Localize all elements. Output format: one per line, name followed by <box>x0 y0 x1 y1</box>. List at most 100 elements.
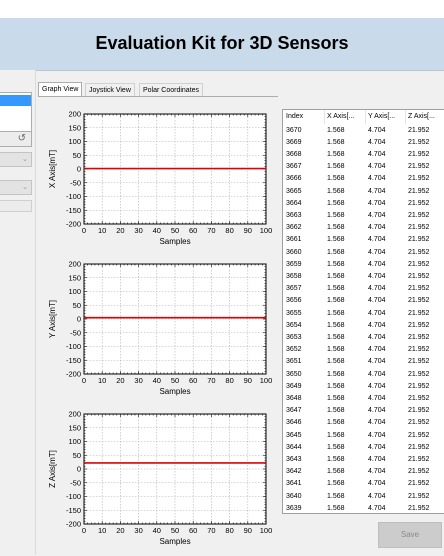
table-row[interactable]: 3641 1.568 4.704 21.952 <box>283 478 444 490</box>
chevron-down-icon: ⌄ <box>22 184 28 191</box>
x-value-cell: 1.568 <box>327 138 345 146</box>
y-tick-label: 200 <box>68 260 81 269</box>
x-tick-label: 10 <box>98 226 106 235</box>
z-value-cell: 21.952 <box>408 370 430 378</box>
table-row[interactable]: 3649 1.568 4.704 21.952 <box>283 381 444 393</box>
table-row[interactable]: 3661 1.568 4.704 21.952 <box>283 234 444 246</box>
z-value-cell: 21.952 <box>408 297 430 305</box>
refresh-button[interactable]: ↺ <box>0 131 32 147</box>
y-tick-label: -150 <box>66 206 81 215</box>
table-row[interactable]: 3670 1.568 4.704 21.952 <box>283 125 444 137</box>
index-cell: 3670 <box>286 126 302 134</box>
y-axis-chart: 200 150 100 50 0 -50 -100 -150 -200 0 10 20 30 40 50 60… <box>40 255 280 405</box>
table-row[interactable]: 3665 1.568 4.704 21.952 <box>283 186 444 198</box>
y-value-cell: 4.704 <box>368 443 386 451</box>
x-value-cell: 1.568 <box>327 224 345 232</box>
index-cell: 3643 <box>286 455 302 463</box>
y-tick-label: 150 <box>68 273 81 282</box>
z-value-cell: 21.952 <box>408 419 430 427</box>
x-tick-label: 40 <box>153 376 161 385</box>
z-value-cell: 21.952 <box>408 407 430 415</box>
z-value-cell: 21.952 <box>408 248 430 256</box>
table-row[interactable]: 3663 1.568 4.704 21.952 <box>283 210 444 222</box>
x-tick-label: 50 <box>171 526 179 535</box>
tab-graph-view[interactable]: Graph View <box>38 82 83 97</box>
settings-combo-1[interactable]: ⌄ <box>0 152 32 167</box>
x-tick-label: 70 <box>207 226 215 235</box>
index-cell: 3640 <box>286 492 302 500</box>
z-value-cell: 21.952 <box>408 346 430 354</box>
y-value-cell: 4.704 <box>368 236 386 244</box>
table-row[interactable]: 3667 1.568 4.704 21.952 <box>283 161 444 173</box>
z-value-cell: 21.952 <box>408 431 430 439</box>
y-value-cell: 4.704 <box>368 480 386 488</box>
index-cell: 3650 <box>286 370 302 378</box>
tab-joystick-view[interactable]: Joystick View <box>85 83 135 97</box>
y-value-cell: 4.704 <box>368 431 386 439</box>
table-row[interactable]: 3658 1.568 4.704 21.952 <box>283 271 444 283</box>
samples-table[interactable]: Index X Axis[... Y Axis[... Z Axis[... 3… <box>282 109 444 514</box>
table-row[interactable]: 3644 1.568 4.704 21.952 <box>283 442 444 454</box>
table-row[interactable]: 3640 1.568 4.704 21.952 <box>283 491 444 503</box>
table-row[interactable]: 3657 1.568 4.704 21.952 <box>283 283 444 295</box>
x-value-cell: 1.568 <box>327 480 345 488</box>
y-tick-label: 50 <box>73 151 81 160</box>
table-row[interactable]: 3653 1.568 4.704 21.952 <box>283 332 444 344</box>
table-row[interactable]: 3648 1.568 4.704 21.952 <box>283 393 444 405</box>
table-row[interactable]: 3659 1.568 4.704 21.952 <box>283 259 444 271</box>
y-value-cell: 4.704 <box>368 175 386 183</box>
z-value-cell: 21.952 <box>408 504 430 512</box>
x-value-cell: 1.568 <box>327 309 345 317</box>
table-row[interactable]: 3662 1.568 4.704 21.952 <box>283 222 444 234</box>
table-row[interactable]: 3651 1.568 4.704 21.952 <box>283 356 444 368</box>
table-row[interactable]: 3664 1.568 4.704 21.952 <box>283 198 444 210</box>
tab-polar-coordinates[interactable]: Polar Coordinates <box>139 83 204 97</box>
index-cell: 3647 <box>286 407 302 415</box>
y-value-cell: 4.704 <box>368 394 386 402</box>
table-row[interactable]: 3668 1.568 4.704 21.952 <box>283 149 444 161</box>
table-header-z-axis[interactable]: Z Axis[... <box>408 110 444 124</box>
table-row[interactable]: 3639 1.568 4.704 21.952 <box>283 503 444 513</box>
table-header-index[interactable]: Index <box>286 110 324 124</box>
x-value-cell: 1.568 <box>327 346 345 354</box>
table-row[interactable]: 3666 1.568 4.704 21.952 <box>283 173 444 185</box>
y-tick-label: 50 <box>73 301 81 310</box>
device-list-selected-item[interactable] <box>0 95 31 106</box>
z-value-cell: 21.952 <box>408 236 430 244</box>
table-row[interactable]: 3646 1.568 4.704 21.952 <box>283 417 444 429</box>
z-value-cell: 21.952 <box>408 224 430 232</box>
table-row[interactable]: 3655 1.568 4.704 21.952 <box>283 308 444 320</box>
table-row[interactable]: 3669 1.568 4.704 21.952 <box>283 137 444 149</box>
table-header-y-axis[interactable]: Y Axis[... <box>368 110 406 124</box>
y-value-cell: 4.704 <box>368 346 386 354</box>
y-tick-label: -100 <box>66 342 81 351</box>
x-tick-label: 10 <box>98 526 106 535</box>
y-tick-label: 0 <box>77 465 81 474</box>
x-value-cell: 1.568 <box>327 297 345 305</box>
z-value-cell: 21.952 <box>408 260 430 268</box>
table-row[interactable]: 3660 1.568 4.704 21.952 <box>283 247 444 259</box>
table-row[interactable]: 3650 1.568 4.704 21.952 <box>283 369 444 381</box>
table-row[interactable]: 3642 1.568 4.704 21.952 <box>283 466 444 478</box>
save-button[interactable]: Save <box>378 522 442 548</box>
table-header-x-axis[interactable]: X Axis[... <box>327 110 365 124</box>
x-tick-label: 100 <box>260 226 273 235</box>
table-row[interactable]: 3643 1.568 4.704 21.952 <box>283 454 444 466</box>
x-axis-chart-svg: 200150100500-50-100-150-2000 10 20 30 40 50 60… <box>48 110 273 247</box>
index-cell: 3658 <box>286 272 302 280</box>
table-row[interactable]: 3656 1.568 4.704 21.952 <box>283 295 444 307</box>
x-tick-label: 80 <box>225 226 233 235</box>
y-tick-label: -200 <box>66 370 81 379</box>
z-value-cell: 21.952 <box>408 382 430 390</box>
index-cell: 3663 <box>286 211 302 219</box>
settings-field[interactable] <box>0 200 32 212</box>
table-row[interactable]: 3645 1.568 4.704 21.952 <box>283 430 444 442</box>
y-value-cell: 4.704 <box>368 455 386 463</box>
table-row[interactable]: 3647 1.568 4.704 21.952 <box>283 405 444 417</box>
index-cell: 3653 <box>286 333 302 341</box>
x-tick-label: 100 <box>260 376 273 385</box>
table-row[interactable]: 3652 1.568 4.704 21.952 <box>283 344 444 356</box>
table-row[interactable]: 3654 1.568 4.704 21.952 <box>283 320 444 332</box>
settings-combo-2[interactable]: ⌄ <box>0 180 32 195</box>
y-value-cell: 4.704 <box>368 504 386 512</box>
